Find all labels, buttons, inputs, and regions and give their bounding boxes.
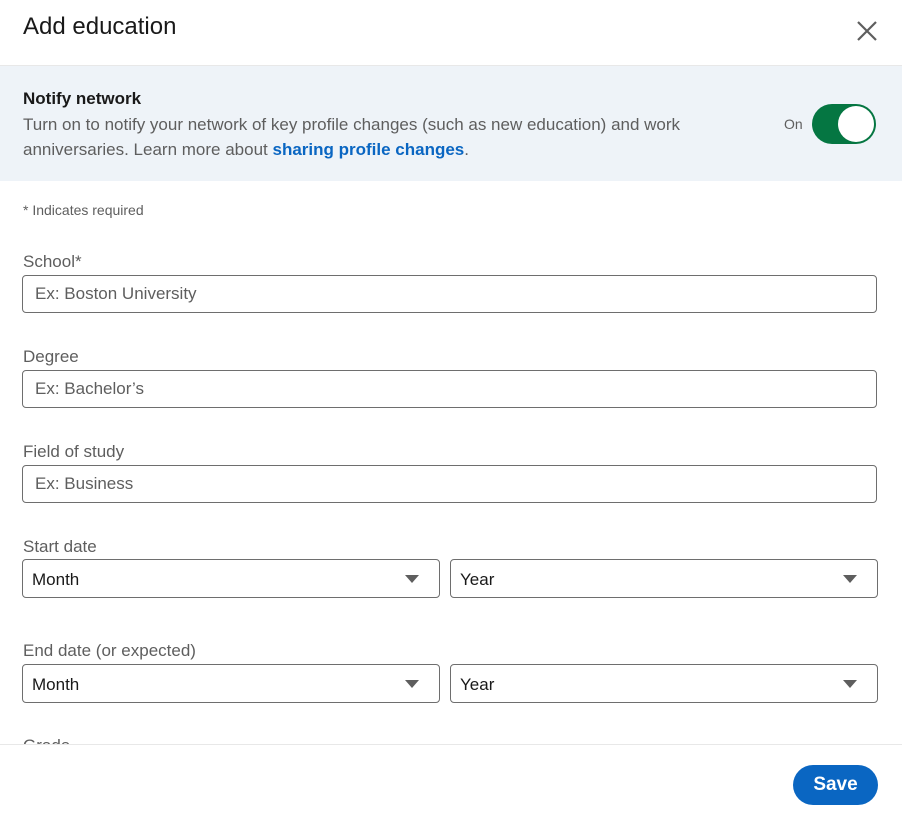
- required-note: * Indicates required: [23, 202, 144, 218]
- notify-title: Notify network: [23, 89, 142, 108]
- sharing-profile-changes-link[interactable]: sharing profile changes: [272, 140, 464, 159]
- start-date-label: Start date: [23, 537, 97, 556]
- end-month-value: Month: [32, 675, 80, 694]
- end-year-select[interactable]: Year: [450, 664, 878, 703]
- toggle-knob: [838, 106, 874, 142]
- start-year-select[interactable]: Year: [450, 559, 878, 598]
- save-button[interactable]: Save: [793, 765, 878, 805]
- school-input[interactable]: [22, 275, 877, 313]
- field-of-study-label: Field of study: [23, 442, 125, 461]
- close-icon: [857, 21, 877, 41]
- grade-label: Grade: [23, 736, 70, 744]
- end-month-select[interactable]: Month: [22, 664, 440, 703]
- caret-down-icon: [843, 575, 857, 583]
- field-of-study-input[interactable]: [22, 465, 877, 503]
- close-button[interactable]: [852, 16, 882, 46]
- notify-network-banner: Notify network Turn on to notify your ne…: [0, 66, 902, 181]
- toggle-state-label: On: [784, 116, 803, 132]
- start-month-select[interactable]: Month: [22, 559, 440, 598]
- dialog-title: Add education: [23, 13, 177, 40]
- notify-description: Turn on to notify your network of key pr…: [23, 112, 763, 162]
- caret-down-icon: [405, 575, 419, 583]
- caret-down-icon: [843, 680, 857, 688]
- notify-description-end: .: [464, 140, 469, 159]
- start-year-value: Year: [460, 570, 495, 589]
- degree-input[interactable]: [22, 370, 877, 408]
- caret-down-icon: [405, 680, 419, 688]
- degree-label: Degree: [23, 347, 79, 366]
- start-month-value: Month: [32, 570, 80, 589]
- end-date-label: End date (or expected): [23, 641, 196, 660]
- dialog-footer: Save: [0, 744, 902, 821]
- school-label: School*: [23, 252, 82, 271]
- notify-network-toggle[interactable]: [812, 104, 876, 144]
- dialog-header: Add education: [0, 0, 902, 66]
- end-year-value: Year: [460, 675, 495, 694]
